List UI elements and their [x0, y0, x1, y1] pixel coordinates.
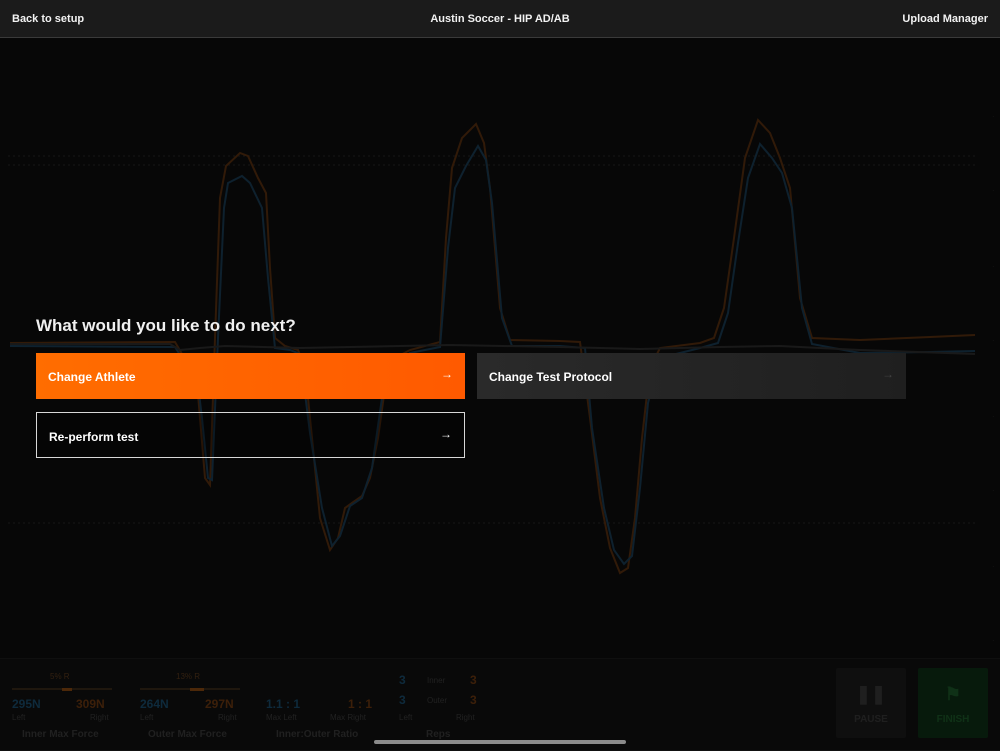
y-tick: · — [992, 488, 994, 494]
home-indicator[interactable] — [374, 740, 626, 744]
inner-diff-marker — [62, 687, 72, 691]
inner-diff-percent: 5% R — [50, 672, 70, 681]
reps-left-label: Left — [399, 713, 413, 722]
ratio-left-label: Max Left — [266, 713, 297, 722]
pause-label: PAUSE — [854, 714, 888, 725]
y-tick: · — [992, 564, 994, 570]
top-bar: Back to setup Austin Soccer - HIP AD/AB … — [0, 0, 1000, 38]
outer-diff-marker — [190, 687, 204, 691]
outer-left-label: Left — [140, 713, 154, 722]
reps-inner-label: Inner — [427, 676, 446, 685]
y-tick: · — [992, 414, 994, 420]
reps-inner-left: 3 — [399, 673, 406, 687]
checkered-flag-icon: ⚑ — [944, 684, 962, 704]
finish-label: FINISH — [936, 714, 970, 725]
inner-right-value: 309N — [76, 697, 105, 711]
change-athlete-button[interactable]: Change Athlete → — [36, 353, 465, 399]
finish-button[interactable]: ⚑ FINISH — [918, 668, 988, 738]
outer-left-value: 264N — [140, 697, 169, 711]
pause-button[interactable]: ❚❚ PAUSE — [836, 668, 906, 738]
outer-right-label: Right — [218, 713, 237, 722]
ratio-right-value: 1 : 1 — [348, 697, 373, 711]
reps-title: Reps — [426, 729, 451, 740]
outer-max-force-title: Outer Max Force — [148, 729, 227, 740]
re-perform-test-button[interactable]: Re-perform test → — [36, 412, 465, 458]
y-tick: · — [992, 638, 994, 644]
reps-outer-left: 3 — [399, 693, 406, 707]
change-test-protocol-button[interactable]: Change Test Protocol → — [477, 353, 906, 399]
upload-manager-button[interactable]: Upload Manager — [902, 13, 988, 25]
arrow-right-icon: → — [440, 427, 452, 441]
inner-right-label: Right — [90, 713, 109, 722]
y-tick: · — [992, 114, 994, 120]
y-tick: · — [992, 338, 994, 344]
ratio-left-value: 1.1 : 1 — [266, 697, 301, 711]
reps-outer-right: 3 — [470, 693, 477, 707]
inner-outer-ratio-title: Inner:Outer Ratio — [276, 729, 359, 740]
arrow-right-icon: → — [882, 367, 894, 381]
pause-icon: ❚❚ — [855, 684, 887, 704]
force-graph — [8, 118, 976, 575]
inner-left-label: Left — [12, 713, 26, 722]
y-tick: · — [992, 264, 994, 270]
reps-right-label: Right — [456, 713, 475, 722]
page-title: Austin Soccer - HIP AD/AB — [430, 13, 570, 25]
outer-diff-percent: 13% R — [176, 672, 201, 681]
inner-max-force-title: Inner Max Force — [22, 729, 99, 740]
arrow-right-icon: → — [441, 367, 453, 381]
y-tick: · — [992, 188, 994, 194]
ratio-right-label: Max Right — [330, 713, 367, 722]
option-label: Change Athlete — [48, 370, 136, 384]
inner-left-value: 295N — [12, 697, 41, 711]
reps-outer-label: Outer — [427, 696, 448, 705]
option-label: Re-perform test — [49, 430, 139, 444]
reps-inner-right: 3 — [470, 673, 477, 687]
next-action-prompt: What would you like to do next? — [36, 316, 296, 335]
option-label: Change Test Protocol — [489, 370, 613, 384]
outer-right-value: 297N — [205, 697, 234, 711]
